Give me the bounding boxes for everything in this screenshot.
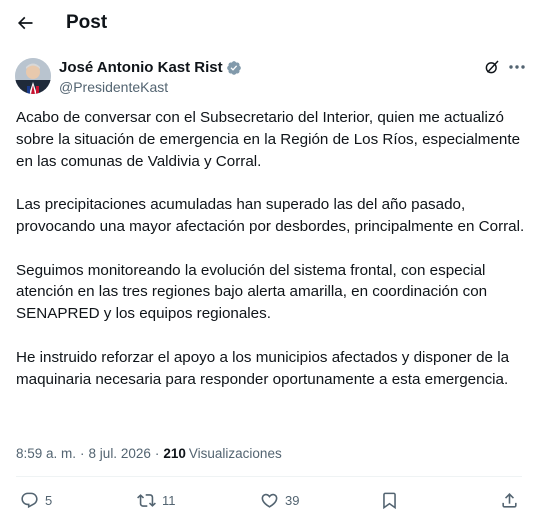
- avatar-portrait-icon: [15, 58, 51, 94]
- name-row: José Antonio Kast Rist: [59, 59, 242, 76]
- post-header: Post: [0, 0, 538, 46]
- grok-button[interactable]: [483, 58, 501, 76]
- tweet-paragraph: Acabo de conversar con el Subsecretario …: [16, 109, 521, 170]
- tweet-paragraph: He instruido reforzar el apoyo a los mun…: [16, 348, 510, 388]
- reply-count: 5: [45, 492, 53, 508]
- arrow-left-icon: [17, 16, 33, 30]
- more-options-button[interactable]: [507, 58, 527, 76]
- post-date[interactable]: 8 jul. 2026: [89, 446, 151, 461]
- views-label: Visualizaciones: [188, 446, 282, 461]
- author-row: José Antonio Kast Rist @PresidenteKast: [15, 58, 525, 98]
- share-button[interactable]: [500, 486, 519, 514]
- post-time[interactable]: 8:59 a. m.: [16, 446, 76, 461]
- reply-button[interactable]: 5: [20, 486, 52, 514]
- post-metadata: 8:59 a. m. · 8 jul. 2026 · 210 Visualiza…: [16, 446, 282, 461]
- bookmark-button[interactable]: [380, 486, 399, 514]
- repost-icon: [137, 493, 156, 507]
- grok-icon: [485, 60, 499, 74]
- back-button[interactable]: [13, 11, 37, 35]
- share-icon: [502, 492, 517, 508]
- tweet-text: Acabo de conversar con el Subsecretario …: [16, 107, 526, 390]
- page-title: Post: [66, 12, 108, 33]
- bookmark-icon: [383, 492, 396, 509]
- verified-badge-icon: [226, 60, 242, 76]
- repost-count: 11: [162, 492, 176, 508]
- heart-icon: [261, 493, 278, 508]
- avatar[interactable]: [15, 58, 51, 94]
- like-count: 39: [285, 492, 300, 508]
- tweet-paragraph: Las precipitaciones acumuladas han super…: [16, 196, 525, 235]
- views-count: 210: [163, 446, 186, 461]
- divider: [16, 476, 522, 477]
- reply-icon: [21, 492, 38, 508]
- author-handle[interactable]: @PresidenteKast: [59, 79, 168, 95]
- meta-separator: ·: [154, 446, 160, 461]
- like-button[interactable]: 39: [260, 486, 299, 514]
- tweet-paragraph: Seguimos monitoreando la evolución del s…: [16, 261, 488, 323]
- more-horizontal-icon: [509, 65, 525, 69]
- meta-separator: ·: [80, 446, 85, 461]
- repost-button[interactable]: 11: [137, 486, 176, 514]
- action-bar: 5 11 39: [0, 486, 538, 514]
- author-display-name[interactable]: José Antonio Kast Rist: [59, 59, 223, 76]
